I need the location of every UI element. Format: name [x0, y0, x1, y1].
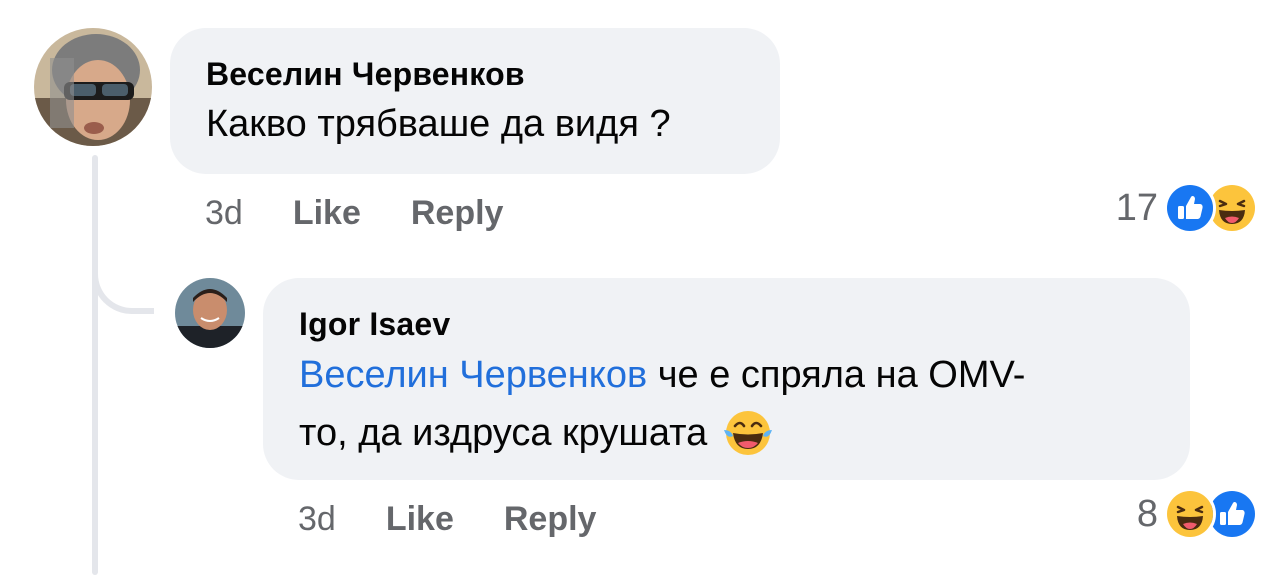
tears-of-joy-emoji	[721, 406, 775, 460]
avatar[interactable]	[34, 28, 152, 146]
reaction-summary[interactable]: 17	[1116, 182, 1258, 234]
comment-timestamp[interactable]: 3d	[298, 500, 336, 539]
comment-text: Веселин Червенков че е спряла на OMV- то…	[299, 346, 1154, 462]
reply-button[interactable]: Reply	[411, 194, 504, 233]
comment-actions: 3d Like Reply	[298, 496, 596, 542]
comment-text: Какво трябваше да видя ?	[206, 103, 671, 145]
reaction-count: 8	[1136, 492, 1158, 535]
comment-author[interactable]: Веселин Червенков	[206, 52, 744, 96]
like-button[interactable]: Like	[293, 194, 361, 233]
reaction-count: 17	[1115, 186, 1158, 229]
comment-text-line: то, да издруса крушата	[299, 412, 708, 454]
comment-author[interactable]: Igor Isaev	[299, 302, 1154, 346]
like-button[interactable]: Like	[386, 500, 454, 539]
comment-text-line: че е спряла на OMV-	[647, 354, 1026, 396]
avatar[interactable]	[175, 278, 245, 348]
haha-icon	[1164, 488, 1216, 540]
comment-actions: 3d Like Reply	[205, 190, 503, 236]
like-icon	[1164, 182, 1216, 234]
comment-bubble: Веселин Червенков Какво трябваше да видя…	[170, 28, 780, 174]
thread-line	[92, 155, 98, 575]
reaction-summary[interactable]: 8	[1137, 488, 1258, 540]
reply-button[interactable]: Reply	[504, 500, 597, 539]
reply-connector	[92, 250, 154, 314]
comment-timestamp[interactable]: 3d	[205, 194, 243, 233]
comment-bubble: Igor Isaev Веселин Червенков че е спряла…	[263, 278, 1190, 480]
mention-link[interactable]: Веселин Червенков	[299, 354, 647, 396]
